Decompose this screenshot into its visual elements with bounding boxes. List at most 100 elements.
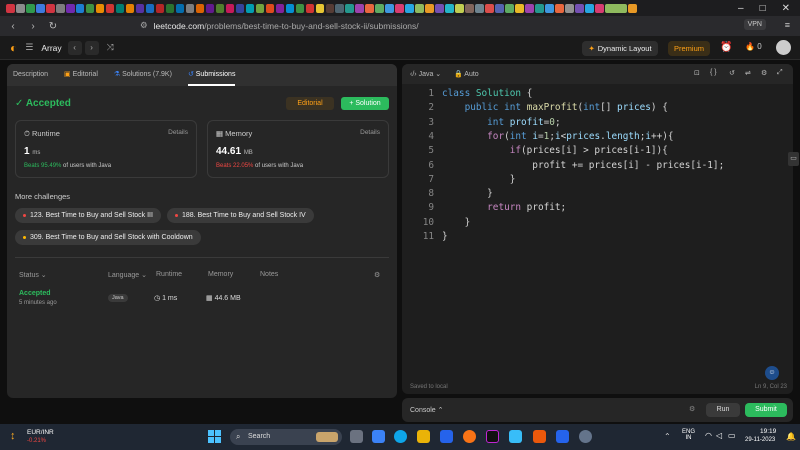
code-line[interactable]: } <box>442 231 448 242</box>
runtime-details-link[interactable]: Details <box>168 129 188 136</box>
browser-tab[interactable] <box>345 3 355 13</box>
browser-tab[interactable] <box>555 3 564 13</box>
browser-tab[interactable] <box>545 3 554 13</box>
problem-list-link[interactable]: Array <box>41 43 61 53</box>
battery-icon[interactable]: ▭ <box>728 431 736 440</box>
brave-icon[interactable] <box>533 430 546 443</box>
code-line[interactable]: public int maxProfit(int[] prices) { <box>442 102 668 113</box>
browser-tab[interactable] <box>525 3 534 13</box>
challenge-chip[interactable]: 123. Best Time to Buy and Sell Stock III <box>15 208 161 223</box>
premium-button[interactable]: Premium <box>668 41 710 56</box>
browser-tab[interactable] <box>455 3 464 13</box>
memory-card[interactable]: ▦ Memory Details 44.61 MB Beats 22.05% o… <box>207 120 389 178</box>
console-settings-icon[interactable]: ⚙ <box>689 405 695 413</box>
header-language[interactable]: Language ⌄ <box>108 271 147 279</box>
code-editor[interactable]: 1 class Solution {2 public int maxProfit(… <box>402 88 793 368</box>
browser-tab[interactable] <box>75 3 85 13</box>
browser-tab[interactable] <box>628 3 638 13</box>
browser-tab[interactable] <box>325 3 335 13</box>
browser-tab[interactable] <box>45 3 55 13</box>
browser-tab[interactable] <box>115 3 125 13</box>
browser-tab[interactable] <box>515 3 524 13</box>
dynamic-layout-button[interactable]: ✦ Dynamic Layout <box>582 41 658 56</box>
browser-tab[interactable] <box>295 3 305 13</box>
browser-tab[interactable] <box>605 3 628 13</box>
teams-icon[interactable] <box>372 430 385 443</box>
browser-tab[interactable] <box>155 3 165 13</box>
tray-chevron-icon[interactable]: ⌃ <box>664 432 671 441</box>
browser-tab[interactable] <box>225 3 235 13</box>
file-explorer-icon[interactable] <box>417 430 430 443</box>
bookmark-icon[interactable]: ⊡ <box>694 69 700 77</box>
runtime-card[interactable]: ⏱ Runtime Details 1 ms Beats 95.49% of u… <box>15 120 197 178</box>
tab-submissions[interactable]: ↺ Submissions <box>187 64 236 86</box>
browser-tab[interactable] <box>105 3 115 13</box>
reload-icon[interactable]: ↻ <box>46 21 60 32</box>
browser-tab[interactable] <box>335 3 345 13</box>
browser-tab[interactable] <box>405 3 414 13</box>
forward-icon[interactable]: › <box>26 21 40 32</box>
browser-tab[interactable] <box>15 3 25 13</box>
menu-icon[interactable]: ≡ <box>785 20 790 30</box>
avatar[interactable] <box>776 40 791 55</box>
notes-side-icon[interactable]: ▭ <box>788 152 799 166</box>
browser-tab[interactable] <box>125 3 135 13</box>
back-icon[interactable]: ‹ <box>6 21 20 32</box>
settings-app-icon[interactable] <box>579 430 592 443</box>
wifi-icon[interactable]: ◠ <box>705 431 712 440</box>
code-line[interactable]: } <box>442 174 516 185</box>
row-status[interactable]: Accepted <box>19 290 51 297</box>
browser-tab[interactable] <box>275 3 285 13</box>
browser-tab[interactable] <box>135 3 145 13</box>
code-line[interactable]: for(int i=1;i<prices.length;i++){ <box>442 131 673 142</box>
next-problem-button[interactable]: › <box>84 40 99 55</box>
browser-tab[interactable] <box>375 3 385 13</box>
header-status[interactable]: Status ⌄ <box>19 271 47 279</box>
browser-tab[interactable] <box>445 3 454 13</box>
browser-tab[interactable] <box>55 3 65 13</box>
leetcode-logo-icon[interactable]: ◐ <box>10 41 17 55</box>
alarm-icon[interactable]: ⏰ <box>720 42 732 53</box>
language-select[interactable]: ‹/› Java ⌄ <box>410 70 441 78</box>
expand-icon[interactable]: ⤢ <box>777 69 783 77</box>
tab-editorial[interactable]: ▣ Editorial <box>64 64 98 86</box>
browser-tab[interactable] <box>245 3 255 13</box>
challenge-chip[interactable]: 309. Best Time to Buy and Sell Stock wit… <box>15 230 201 245</box>
stock-name[interactable]: EUR/INR <box>27 429 54 436</box>
windows-start-icon[interactable] <box>208 430 221 443</box>
site-info-icon[interactable]: ⚙ <box>140 20 148 31</box>
tab-solutions[interactable]: ⚗ Solutions (7.9K) <box>114 64 172 86</box>
browser-tab[interactable] <box>425 3 434 13</box>
code-line[interactable]: profit += prices[i] - prices[i-1]; <box>442 160 724 171</box>
browser-tab[interactable] <box>235 3 245 13</box>
browser-tab[interactable] <box>495 3 504 13</box>
run-button[interactable]: Run <box>706 403 740 417</box>
browser-tab[interactable] <box>585 3 594 13</box>
browser-tab[interactable] <box>145 3 155 13</box>
chat-icon[interactable]: ☺ <box>765 366 779 380</box>
language-indicator[interactable]: ENG IN <box>682 429 695 441</box>
reset-icon[interactable]: ↺ <box>729 69 735 77</box>
browser-tab[interactable] <box>265 3 275 13</box>
fullscreen-toggle-icon[interactable]: ⇌ <box>745 69 751 77</box>
browser-tab[interactable] <box>205 3 215 13</box>
volume-icon[interactable]: ◁ <box>716 431 722 440</box>
url-bar[interactable]: ⚙ leetcode.com/problems/best-time-to-buy… <box>140 18 740 33</box>
browser-tab[interactable] <box>215 3 225 13</box>
firefox-icon[interactable] <box>463 430 476 443</box>
browser-tab[interactable] <box>65 3 75 13</box>
vpn-button[interactable]: VPN <box>743 19 766 30</box>
intellij-icon[interactable] <box>486 430 499 443</box>
browser-tab[interactable] <box>365 3 375 13</box>
browser-tab[interactable] <box>165 3 175 13</box>
browser-tab[interactable] <box>285 3 295 13</box>
browser-tab[interactable] <box>435 3 444 13</box>
settings-icon[interactable]: ⚙ <box>374 271 380 279</box>
browser-tab[interactable] <box>315 3 325 13</box>
browser-tab[interactable] <box>6 3 15 13</box>
console-toggle[interactable]: Console ⌃ <box>410 406 444 414</box>
browser-tab[interactable] <box>465 3 474 13</box>
browser-tab[interactable] <box>195 3 205 13</box>
browser-tab[interactable] <box>175 3 185 13</box>
challenge-chip[interactable]: 188. Best Time to Buy and Sell Stock IV <box>167 208 314 223</box>
